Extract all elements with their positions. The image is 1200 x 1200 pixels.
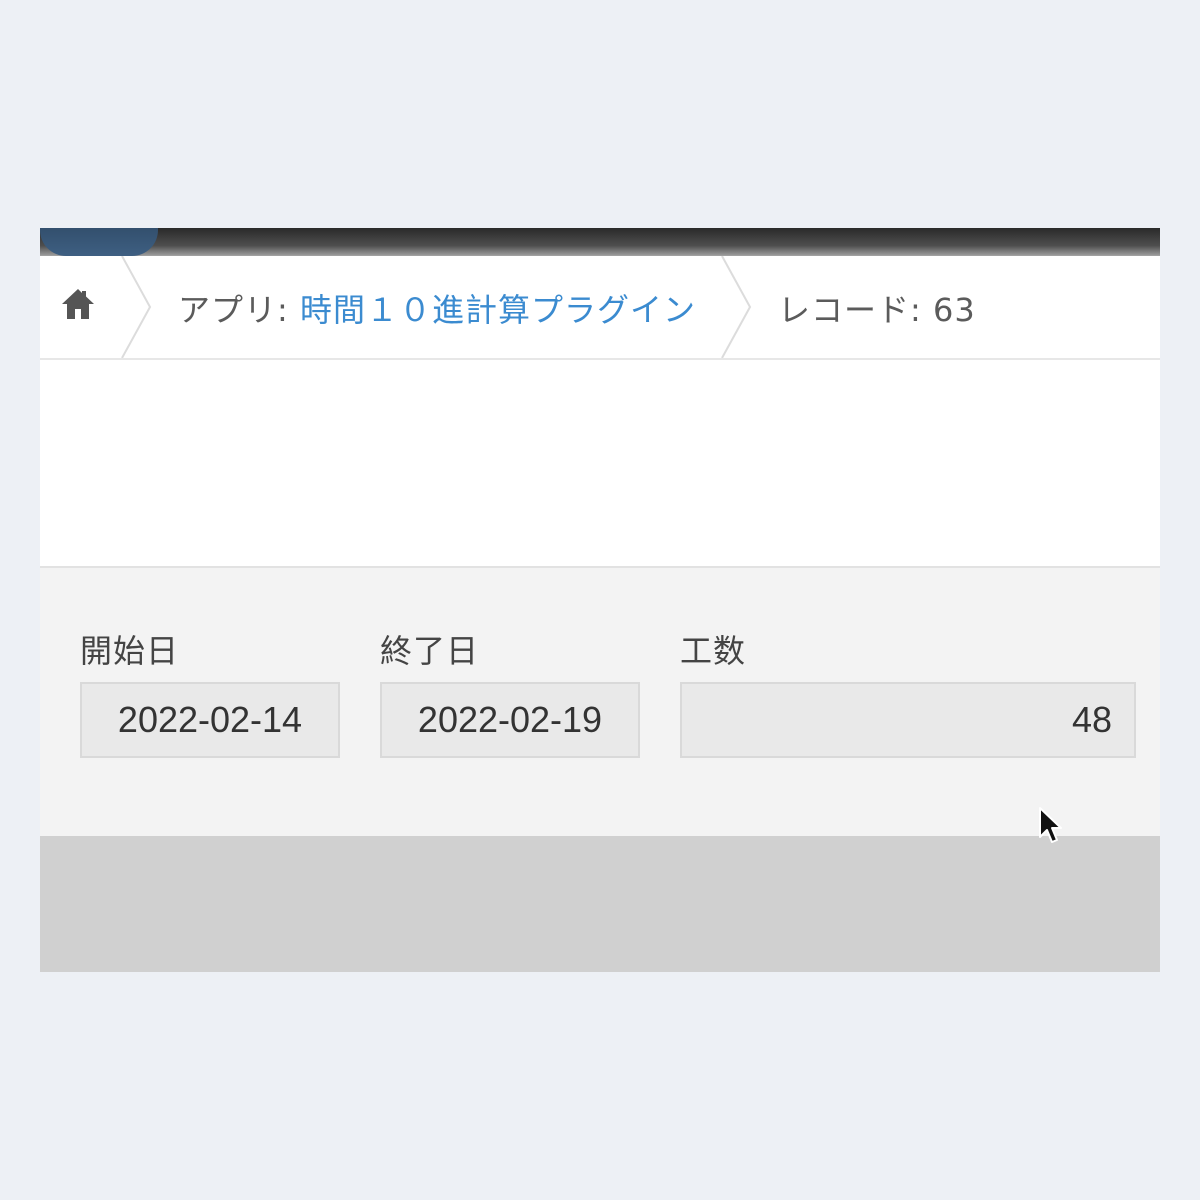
record-toolbar-area — [40, 360, 1160, 568]
home-icon[interactable] — [60, 286, 96, 322]
end-date-label: 終了日 — [380, 632, 480, 670]
start-date-value: 2022-02-14 — [80, 682, 340, 758]
app-window: アプリ: 時間１０進計算プラグイン レコード: 63 開始日 2022-02-1… — [40, 228, 1160, 972]
start-date-label: 開始日 — [80, 632, 180, 670]
breadcrumb-record: レコード: 63 — [778, 291, 976, 329]
mouse-pointer-icon — [1039, 807, 1062, 843]
breadcrumb-separator-icon — [121, 256, 152, 358]
header-tab[interactable] — [40, 228, 158, 256]
breadcrumb-app-link[interactable]: 時間１０進計算プラグイン — [300, 291, 696, 329]
breadcrumb-app-prefix: アプリ: — [178, 291, 300, 329]
end-date-value: 2022-02-19 — [380, 682, 640, 758]
footer-area — [40, 836, 1160, 972]
breadcrumb-app: アプリ: 時間１０進計算プラグイン — [178, 285, 696, 331]
breadcrumb: アプリ: 時間１０進計算プラグイン レコード: 63 — [40, 256, 1160, 360]
man-hours-value: 48 — [680, 682, 1136, 758]
record-form: 開始日 2022-02-14 終了日 2022-02-19 工数 48 — [40, 568, 1160, 836]
breadcrumb-separator-icon — [721, 256, 752, 358]
man-hours-label: 工数 — [680, 632, 747, 670]
